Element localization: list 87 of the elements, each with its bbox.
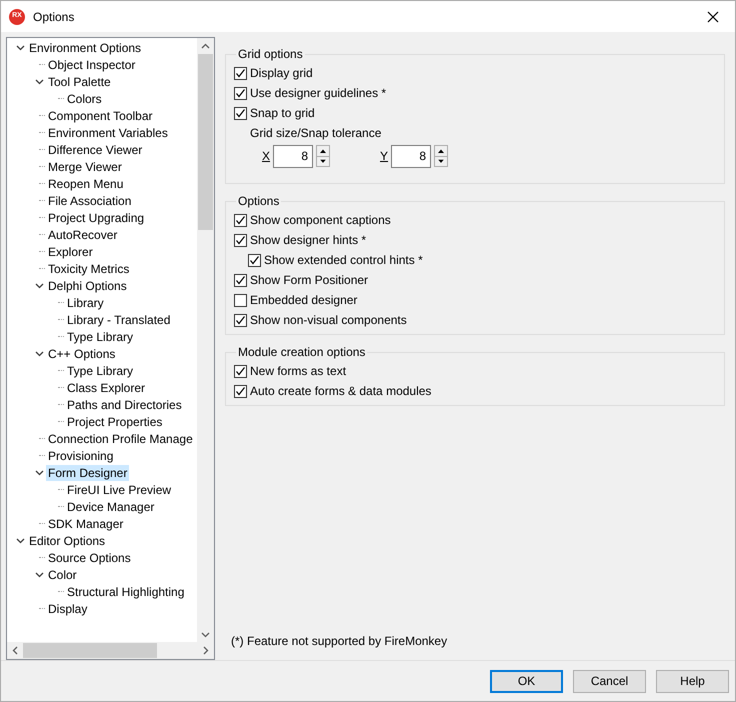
tree-item[interactable]: Colors: [65, 90, 104, 106]
field-label: Y: [380, 148, 388, 165]
tree-item[interactable]: Toxicity Metrics: [46, 260, 132, 276]
scroll-right-icon[interactable]: [203, 646, 209, 655]
tree-item[interactable]: Environment Variables: [46, 124, 170, 140]
checkbox[interactable]: [234, 274, 247, 286]
chevron-down-icon[interactable]: [34, 282, 44, 288]
group-title: Options: [237, 193, 280, 210]
scroll-thumb[interactable]: [23, 643, 157, 658]
group-title: Module creation options: [237, 344, 366, 361]
checkbox-label[interactable]: Display grid: [250, 64, 313, 82]
tree-item[interactable]: Connection Profile Manage: [46, 430, 195, 446]
tree-item[interactable]: Editor Options: [27, 532, 108, 548]
spin-buttons[interactable]: [316, 145, 330, 167]
tree-item[interactable]: Provisioning: [46, 448, 116, 464]
checkbox[interactable]: [234, 294, 247, 306]
scroll-thumb[interactable]: [198, 54, 213, 230]
scroll-down-icon[interactable]: [201, 632, 210, 638]
tree-item[interactable]: Library: [65, 294, 106, 310]
chevron-down-icon[interactable]: [34, 78, 44, 84]
checkbox-label[interactable]: Show extended control hints *: [264, 251, 423, 269]
checkbox[interactable]: [234, 384, 247, 398]
checkbox-label[interactable]: Show component captions: [250, 211, 391, 229]
tree-item[interactable]: Tool Palette: [46, 74, 113, 90]
vertical-scrollbar[interactable]: [197, 38, 214, 642]
tree-item[interactable]: Display: [46, 600, 90, 616]
chevron-down-icon[interactable]: [16, 538, 24, 544]
field-label: X: [262, 148, 270, 165]
tree-item[interactable]: AutoRecover: [46, 226, 120, 242]
tree-item[interactable]: C++ Options: [46, 346, 118, 362]
tree-item[interactable]: Reopen Menu: [46, 176, 126, 192]
field-label: Grid size/Snap tolerance: [250, 125, 382, 142]
checkbox[interactable]: [234, 86, 247, 100]
checkbox-label[interactable]: Use designer guidelines *: [250, 84, 386, 102]
number-field[interactable]: 8: [273, 144, 314, 168]
tree-item[interactable]: Library - Translated: [65, 312, 172, 328]
checkbox[interactable]: [234, 66, 247, 80]
tree-item[interactable]: Delphi Options: [46, 278, 129, 294]
checkbox-label[interactable]: Show non-visual components: [250, 311, 407, 329]
chevron-down-icon[interactable]: [34, 350, 44, 356]
checkbox-label[interactable]: New forms as text: [250, 362, 346, 380]
chevron-down-icon[interactable]: [34, 470, 44, 476]
dialog-button[interactable]: Cancel: [573, 670, 646, 692]
checkbox[interactable]: [234, 214, 247, 226]
window-title: Options: [33, 8, 74, 26]
tree-item[interactable]: Paths and Directories: [65, 396, 184, 412]
tree-item[interactable]: FireUI Live Preview: [65, 482, 174, 498]
tree-item[interactable]: Environment Options: [27, 40, 144, 56]
checkbox[interactable]: [234, 106, 247, 120]
checkbox-label[interactable]: Show designer hints *: [250, 231, 366, 249]
checkbox-label[interactable]: Show Form Positioner: [250, 271, 368, 289]
tree-item[interactable]: Merge Viewer: [46, 158, 124, 174]
tree-item[interactable]: SDK Manager: [46, 516, 126, 532]
close-icon[interactable]: [707, 10, 719, 22]
dialog-button[interactable]: OK: [490, 670, 563, 692]
footnote: (*) Feature not supported by FireMonkey: [231, 633, 448, 650]
number-field[interactable]: 8: [391, 144, 432, 168]
checkbox-label[interactable]: Embedded designer: [250, 291, 358, 309]
tree-item[interactable]: Object Inspector: [46, 56, 138, 72]
scroll-left-icon[interactable]: [12, 646, 18, 655]
tree-item[interactable]: Structural Highlighting: [65, 584, 186, 600]
tree-item[interactable]: File Association: [46, 192, 134, 208]
scroll-up-icon[interactable]: [201, 43, 210, 49]
tree-item[interactable]: Component Toolbar: [46, 108, 155, 124]
tree-item[interactable]: Form Designer: [46, 464, 130, 480]
checkbox[interactable]: [248, 254, 261, 266]
chevron-down-icon[interactable]: [34, 572, 44, 578]
tree-item[interactable]: Class Explorer: [65, 380, 148, 396]
dialog-button[interactable]: Help: [656, 670, 729, 692]
spin-buttons[interactable]: [434, 145, 448, 167]
tree-item[interactable]: Explorer: [46, 244, 95, 260]
checkbox-label[interactable]: Auto create forms & data modules: [250, 382, 432, 400]
tree-item[interactable]: Source Options: [46, 550, 133, 566]
tree-item[interactable]: Difference Viewer: [46, 142, 144, 158]
horizontal-scrollbar[interactable]: [7, 642, 214, 659]
checkbox[interactable]: [234, 234, 247, 246]
tree-item[interactable]: Project Upgrading: [46, 210, 146, 226]
tree-item[interactable]: Type Library: [65, 328, 136, 344]
chevron-down-icon[interactable]: [16, 44, 24, 50]
checkbox[interactable]: [234, 364, 247, 378]
group-title: Grid options: [237, 46, 304, 63]
tree-item[interactable]: Project Properties: [65, 414, 164, 430]
checkbox[interactable]: [234, 314, 247, 326]
tree-item[interactable]: Color: [46, 566, 79, 582]
checkbox-label[interactable]: Snap to grid: [250, 104, 315, 122]
tree-item[interactable]: Device Manager: [65, 498, 156, 514]
tree-item[interactable]: Type Library: [65, 362, 136, 378]
